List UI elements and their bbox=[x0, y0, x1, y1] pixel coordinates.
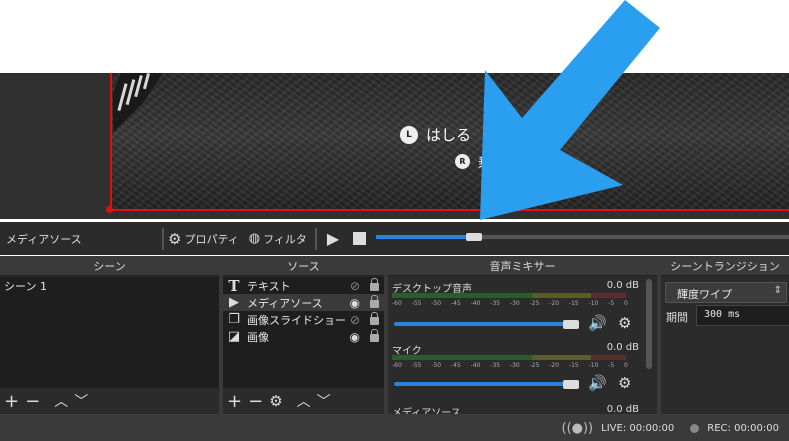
duration-value: 300 ms bbox=[704, 309, 741, 320]
scenes-footer: + − ︿ ﹀ bbox=[0, 388, 219, 414]
play-button[interactable]: ▶ bbox=[327, 229, 339, 248]
meter-ticks: -60 -55 -50 -45 -40 -35 -30 -25 -20 -15 -10 -5 0 bbox=[392, 362, 628, 369]
media-seek-progress bbox=[376, 235, 472, 239]
l-button-icon: L bbox=[400, 125, 418, 144]
scenes-dock: シーン シーン 1 + − ︿ ﹀ bbox=[0, 258, 219, 414]
fence-graphic bbox=[113, 73, 163, 133]
toolbar-source-name: メディアソース bbox=[6, 232, 82, 246]
mixer-channel: マイク 0.0 dB -60 -55 -50 -45 -40 -35 -30 -25 -20 -1… bbox=[388, 339, 643, 399]
source-item-label: テキスト bbox=[247, 279, 291, 293]
duration-label: 期間 bbox=[666, 311, 688, 324]
properties-label: プロパティ bbox=[184, 232, 239, 246]
source-item-label: メディアソース bbox=[247, 296, 323, 310]
record-icon bbox=[690, 423, 700, 433]
sources-list: T テキスト ⊘ ▶ メディアソース ◉ ❐ 画像スライドショー ⊘ ◪ 画像 … bbox=[223, 277, 384, 388]
mixer-body: デスクトップ音声 0.0 dB -60 -55 -50 -45 -40 -35 -30 -25… bbox=[388, 277, 657, 414]
mixer-scrollbar[interactable] bbox=[646, 279, 652, 369]
sources-dock: ソース T テキスト ⊘ ▶ メディアソース ◉ ❐ 画像スライドショー ⊘ ◪… bbox=[223, 258, 384, 414]
volume-slider-handle[interactable] bbox=[563, 320, 579, 329]
mixer-channel-db: 0.0 dB bbox=[606, 404, 639, 414]
selection-border-left bbox=[110, 73, 112, 211]
play-icon: ▶ bbox=[229, 295, 239, 310]
volume-slider[interactable] bbox=[394, 382, 574, 386]
source-item[interactable]: ❐ 画像スライドショー ⊘ bbox=[223, 311, 384, 328]
move-source-down-button[interactable]: ﹀ bbox=[317, 391, 331, 411]
toolbar-separator bbox=[162, 227, 164, 250]
source-item-label: 画像 bbox=[247, 330, 269, 344]
add-scene-button[interactable]: + bbox=[4, 391, 19, 412]
source-item[interactable]: T テキスト ⊘ bbox=[223, 276, 384, 295]
mixer-channel: デスクトップ音声 0.0 dB -60 -55 -50 -45 -40 -35 -30 -25… bbox=[388, 277, 643, 337]
visibility-icon[interactable]: ◉ bbox=[350, 296, 360, 310]
toolbar-separator bbox=[314, 227, 317, 250]
selection-border-bottom bbox=[110, 209, 789, 211]
source-item-label: 画像スライドショー bbox=[247, 313, 346, 327]
speaker-icon[interactable]: 🔊 bbox=[588, 314, 607, 332]
volume-slider[interactable] bbox=[394, 322, 574, 326]
transitions-dock: シーントランジション 輝度ワイプ ⇕ 期間 300 ms bbox=[661, 258, 789, 414]
lock-icon[interactable] bbox=[370, 295, 379, 308]
media-seek-handle[interactable] bbox=[466, 233, 482, 241]
duration-field[interactable]: 300 ms bbox=[696, 305, 789, 326]
mixer-channel-db: 0.0 dB bbox=[606, 280, 639, 291]
lock-icon[interactable] bbox=[370, 329, 379, 342]
scenes-list: シーン 1 bbox=[0, 277, 219, 388]
slideshow-icon: ❐ bbox=[228, 312, 240, 327]
arrow-shape bbox=[480, 0, 660, 220]
gear-icon[interactable]: ⚙ bbox=[618, 314, 631, 332]
mixer-channel: メディアソース 0.0 dB bbox=[388, 401, 643, 414]
gear-icon[interactable]: ⚙ bbox=[618, 374, 631, 392]
volume-meter bbox=[392, 293, 626, 298]
filters-button[interactable]: ◍ フィルタ bbox=[249, 231, 307, 247]
mixer-title: 音声ミキサー bbox=[388, 258, 657, 276]
mixer-channel-db: 0.0 dB bbox=[606, 342, 639, 353]
sources-footer: + − ⚙ ︿ ﹀ bbox=[223, 388, 384, 414]
visibility-icon[interactable]: ◉ bbox=[350, 330, 360, 344]
speaker-icon[interactable]: 🔊 bbox=[588, 374, 607, 392]
scene-item-label: シーン 1 bbox=[4, 279, 47, 293]
scenes-title: シーン bbox=[0, 258, 219, 276]
gear-icon: ⚙ bbox=[168, 229, 182, 248]
source-item[interactable]: ◪ 画像 ◉ bbox=[223, 328, 384, 345]
transition-selected: 輝度ワイプ bbox=[677, 288, 732, 301]
transitions-body: 輝度ワイプ ⇕ 期間 300 ms bbox=[661, 277, 789, 414]
filter-icon: ◍ bbox=[248, 231, 261, 246]
scene-item[interactable]: シーン 1 bbox=[0, 277, 219, 294]
move-scene-up-button[interactable]: ︿ bbox=[54, 391, 68, 411]
transitions-title: シーントランジション bbox=[661, 258, 789, 276]
lock-icon[interactable] bbox=[370, 312, 379, 325]
meter-ticks: -60 -55 -50 -45 -40 -35 -30 -25 -20 -15 -10 -5 0 bbox=[392, 300, 628, 307]
properties-button[interactable]: ⚙ プロパティ bbox=[168, 230, 239, 248]
filters-label: フィルタ bbox=[263, 232, 307, 246]
add-source-button[interactable]: + bbox=[227, 391, 242, 412]
broadcast-icon: ((●)) bbox=[561, 420, 594, 436]
lock-icon[interactable] bbox=[370, 278, 379, 291]
sources-title: ソース bbox=[223, 258, 384, 276]
arrow-annotation bbox=[480, 0, 660, 220]
audio-mixer-dock: 音声ミキサー デスクトップ音声 0.0 dB -60 -55 -50 -45 -40 -3… bbox=[388, 258, 657, 414]
chevron-updown-icon: ⇕ bbox=[773, 285, 782, 296]
status-bar: ((●)) LIVE: 00:00:00 REC: 00:00:00 bbox=[0, 415, 789, 441]
source-item[interactable]: ▶ メディアソース ◉ bbox=[223, 294, 384, 311]
stop-button[interactable] bbox=[353, 232, 367, 245]
mixer-channel-name: メディアソース bbox=[392, 408, 461, 414]
visibility-hidden-icon[interactable]: ⊘ bbox=[350, 279, 360, 293]
live-status: LIVE: 00:00:00 bbox=[601, 422, 675, 434]
image-icon: ◪ bbox=[227, 329, 241, 344]
text-icon: T bbox=[228, 276, 240, 295]
volume-meter bbox=[392, 355, 626, 360]
move-scene-down-button[interactable]: ﹀ bbox=[74, 391, 88, 411]
transition-select[interactable]: 輝度ワイプ ⇕ bbox=[665, 282, 787, 303]
visibility-hidden-icon[interactable]: ⊘ bbox=[350, 313, 360, 327]
selection-handle[interactable] bbox=[106, 206, 113, 213]
video-frame: L はしる R 乗 bbox=[110, 73, 789, 210]
remove-scene-button[interactable]: − bbox=[25, 391, 40, 412]
move-source-up-button[interactable]: ︿ bbox=[297, 391, 311, 411]
rec-status: REC: 00:00:00 bbox=[707, 422, 779, 434]
volume-slider-handle[interactable] bbox=[563, 380, 579, 389]
source-properties-button[interactable]: ⚙ bbox=[269, 392, 282, 410]
remove-source-button[interactable]: − bbox=[248, 391, 263, 412]
